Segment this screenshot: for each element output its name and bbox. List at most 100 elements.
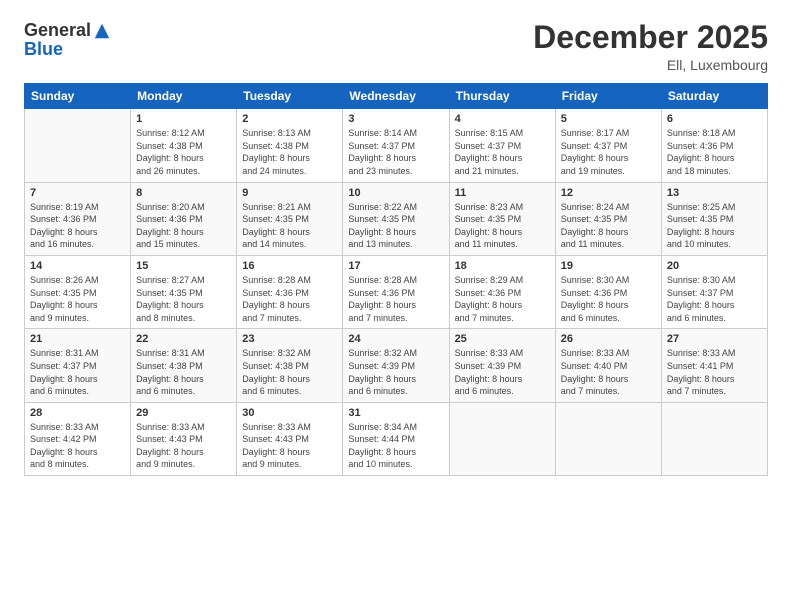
logo-blue: Blue <box>24 39 63 60</box>
calendar-cell: 28 Sunrise: 8:33 AM Sunset: 4:42 PM Dayli… <box>25 402 131 475</box>
logo: General Blue <box>24 20 111 60</box>
day-number: 19 <box>561 260 656 272</box>
day-number: 20 <box>667 260 762 272</box>
calendar-week-row: 21 Sunrise: 8:31 AM Sunset: 4:37 PM Dayli… <box>25 329 768 402</box>
day-number: 12 <box>561 187 656 199</box>
day-info: Sunrise: 8:19 AM Sunset: 4:36 PM Dayligh… <box>30 201 125 251</box>
title-section: December 2025 Ell, Luxembourg <box>533 20 768 73</box>
day-number: 3 <box>348 113 443 125</box>
day-number: 10 <box>348 187 443 199</box>
weekday-header: Friday <box>555 84 661 109</box>
day-info: Sunrise: 8:30 AM Sunset: 4:37 PM Dayligh… <box>667 274 762 324</box>
day-number: 30 <box>242 407 337 419</box>
day-number: 11 <box>455 187 550 199</box>
day-number: 6 <box>667 113 762 125</box>
calendar-cell: 9Sunrise: 8:21 AM Sunset: 4:35 PM Daylig… <box>237 182 343 255</box>
day-number: 21 <box>30 333 125 345</box>
weekday-header: Wednesday <box>343 84 449 109</box>
day-number: 5 <box>561 113 656 125</box>
logo-general: General <box>24 20 91 41</box>
day-number: 9 <box>242 187 337 199</box>
calendar-cell: 5 Sunrise: 8:17 AM Sunset: 4:37 PM Daylig… <box>555 109 661 182</box>
day-info: Sunrise: 8:17 AM Sunset: 4:37 PM Dayligh… <box>561 127 656 177</box>
day-info: Sunrise: 8:12 AM Sunset: 4:38 PM Dayligh… <box>136 127 231 177</box>
day-info: Sunrise: 8:29 AM Sunset: 4:36 PM Dayligh… <box>455 274 550 324</box>
day-info: Sunrise: 8:14 AM Sunset: 4:37 PM Dayligh… <box>348 127 443 177</box>
calendar-week-row: 14Sunrise: 8:26 AM Sunset: 4:35 PM Dayli… <box>25 255 768 328</box>
calendar-header-row: SundayMondayTuesdayWednesdayThursdayFrid… <box>25 84 768 109</box>
day-info: Sunrise: 8:31 AM Sunset: 4:37 PM Dayligh… <box>30 347 125 397</box>
weekday-header: Sunday <box>25 84 131 109</box>
day-number: 23 <box>242 333 337 345</box>
day-number: 28 <box>30 407 125 419</box>
calendar-cell: 19 Sunrise: 8:30 AM Sunset: 4:36 PM Dayli… <box>555 255 661 328</box>
day-info: Sunrise: 8:33 AM Sunset: 4:41 PM Dayligh… <box>667 347 762 397</box>
page: General Blue December 2025 Ell, Luxembou… <box>0 0 792 612</box>
calendar-cell: 12 Sunrise: 8:24 AM Sunset: 4:35 PM Dayli… <box>555 182 661 255</box>
day-info: Sunrise: 8:23 AM Sunset: 4:35 PM Dayligh… <box>455 201 550 251</box>
day-info: Sunrise: 8:28 AM Sunset: 4:36 PM Dayligh… <box>242 274 337 324</box>
day-number: 1 <box>136 113 231 125</box>
calendar-cell: 24 Sunrise: 8:32 AM Sunset: 4:39 PM Dayli… <box>343 329 449 402</box>
calendar-cell <box>449 402 555 475</box>
weekday-header: Thursday <box>449 84 555 109</box>
day-number: 31 <box>348 407 443 419</box>
day-number: 24 <box>348 333 443 345</box>
calendar-week-row: 1 Sunrise: 8:12 AM Sunset: 4:38 PM Daylig… <box>25 109 768 182</box>
day-number: 15 <box>136 260 231 272</box>
day-number: 16 <box>242 260 337 272</box>
calendar-cell: 11 Sunrise: 8:23 AM Sunset: 4:35 PM Dayli… <box>449 182 555 255</box>
day-info: Sunrise: 8:32 AM Sunset: 4:38 PM Dayligh… <box>242 347 337 397</box>
calendar-cell: 18 Sunrise: 8:29 AM Sunset: 4:36 PM Dayli… <box>449 255 555 328</box>
logo-text: General <box>24 20 111 41</box>
calendar-cell: 23 Sunrise: 8:32 AM Sunset: 4:38 PM Dayli… <box>237 329 343 402</box>
day-info: Sunrise: 8:33 AM Sunset: 4:43 PM Dayligh… <box>242 421 337 471</box>
calendar-cell: 22 Sunrise: 8:31 AM Sunset: 4:38 PM Dayli… <box>131 329 237 402</box>
day-number: 29 <box>136 407 231 419</box>
header: General Blue December 2025 Ell, Luxembou… <box>24 20 768 73</box>
calendar-cell: 20 Sunrise: 8:30 AM Sunset: 4:37 PM Dayli… <box>661 255 767 328</box>
calendar-cell: 25 Sunrise: 8:33 AM Sunset: 4:39 PM Dayli… <box>449 329 555 402</box>
day-info: Sunrise: 8:24 AM Sunset: 4:35 PM Dayligh… <box>561 201 656 251</box>
day-info: Sunrise: 8:34 AM Sunset: 4:44 PM Dayligh… <box>348 421 443 471</box>
weekday-header: Saturday <box>661 84 767 109</box>
day-info: Sunrise: 8:27 AM Sunset: 4:35 PM Dayligh… <box>136 274 231 324</box>
day-number: 25 <box>455 333 550 345</box>
calendar-cell: 10Sunrise: 8:22 AM Sunset: 4:35 PM Dayli… <box>343 182 449 255</box>
day-info: Sunrise: 8:13 AM Sunset: 4:38 PM Dayligh… <box>242 127 337 177</box>
calendar-cell: 7 Sunrise: 8:19 AM Sunset: 4:36 PM Daylig… <box>25 182 131 255</box>
day-number: 22 <box>136 333 231 345</box>
day-info: Sunrise: 8:33 AM Sunset: 4:40 PM Dayligh… <box>561 347 656 397</box>
location: Ell, Luxembourg <box>533 57 768 73</box>
calendar-cell: 21 Sunrise: 8:31 AM Sunset: 4:37 PM Dayli… <box>25 329 131 402</box>
day-number: 7 <box>30 187 125 199</box>
calendar: SundayMondayTuesdayWednesdayThursdayFrid… <box>24 83 768 476</box>
weekday-header: Monday <box>131 84 237 109</box>
calendar-cell: 6 Sunrise: 8:18 AM Sunset: 4:36 PM Daylig… <box>661 109 767 182</box>
calendar-week-row: 7 Sunrise: 8:19 AM Sunset: 4:36 PM Daylig… <box>25 182 768 255</box>
day-info: Sunrise: 8:30 AM Sunset: 4:36 PM Dayligh… <box>561 274 656 324</box>
calendar-cell <box>555 402 661 475</box>
day-number: 18 <box>455 260 550 272</box>
weekday-header: Tuesday <box>237 84 343 109</box>
day-info: Sunrise: 8:32 AM Sunset: 4:39 PM Dayligh… <box>348 347 443 397</box>
day-info: Sunrise: 8:26 AM Sunset: 4:35 PM Dayligh… <box>30 274 125 324</box>
calendar-cell: 29Sunrise: 8:33 AM Sunset: 4:43 PM Dayli… <box>131 402 237 475</box>
calendar-week-row: 28 Sunrise: 8:33 AM Sunset: 4:42 PM Dayli… <box>25 402 768 475</box>
calendar-cell: 26Sunrise: 8:33 AM Sunset: 4:40 PM Dayli… <box>555 329 661 402</box>
day-info: Sunrise: 8:31 AM Sunset: 4:38 PM Dayligh… <box>136 347 231 397</box>
day-info: Sunrise: 8:25 AM Sunset: 4:35 PM Dayligh… <box>667 201 762 251</box>
day-info: Sunrise: 8:33 AM Sunset: 4:42 PM Dayligh… <box>30 421 125 471</box>
day-number: 13 <box>667 187 762 199</box>
day-info: Sunrise: 8:18 AM Sunset: 4:36 PM Dayligh… <box>667 127 762 177</box>
calendar-cell: 4Sunrise: 8:15 AM Sunset: 4:37 PM Daylig… <box>449 109 555 182</box>
calendar-cell: 17 Sunrise: 8:28 AM Sunset: 4:36 PM Dayli… <box>343 255 449 328</box>
day-info: Sunrise: 8:28 AM Sunset: 4:36 PM Dayligh… <box>348 274 443 324</box>
day-info: Sunrise: 8:33 AM Sunset: 4:39 PM Dayligh… <box>455 347 550 397</box>
calendar-cell: 30 Sunrise: 8:33 AM Sunset: 4:43 PM Dayli… <box>237 402 343 475</box>
day-number: 17 <box>348 260 443 272</box>
calendar-cell: 27Sunrise: 8:33 AM Sunset: 4:41 PM Dayli… <box>661 329 767 402</box>
month-title: December 2025 <box>533 20 768 55</box>
calendar-cell: 1 Sunrise: 8:12 AM Sunset: 4:38 PM Daylig… <box>131 109 237 182</box>
day-info: Sunrise: 8:15 AM Sunset: 4:37 PM Dayligh… <box>455 127 550 177</box>
